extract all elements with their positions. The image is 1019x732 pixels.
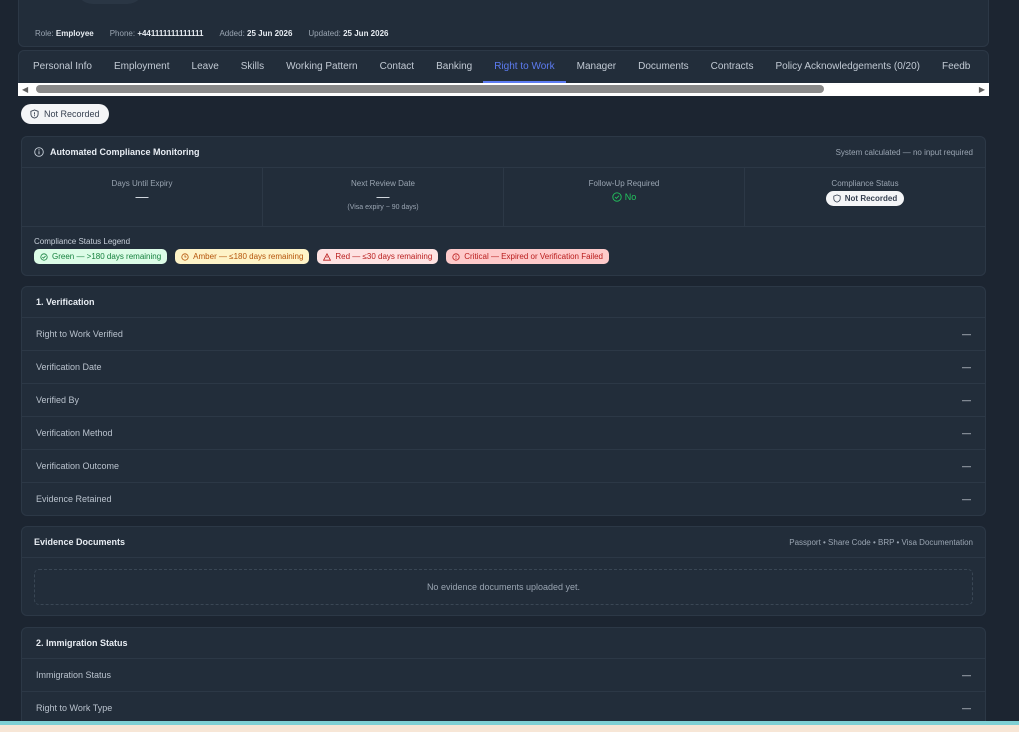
check-circle-icon <box>40 252 48 261</box>
section-title: 2. Immigration Status <box>36 638 128 648</box>
stat-follow-up-required: Follow-Up Required No <box>504 168 745 226</box>
legend-critical: Critical — Expired or Verification Faile… <box>446 249 609 264</box>
tab-manager[interactable]: Manager <box>566 51 627 83</box>
legend-title: Compliance Status Legend <box>34 237 131 246</box>
evidence-documents-card: Evidence Documents Passport • Share Code… <box>21 526 986 616</box>
verification-card: 1. Verification Right to Work Verified — … <box>21 286 986 516</box>
meta-role: Role: Employee <box>35 29 94 38</box>
stat-compliance-status: Compliance Status Not Recorded <box>745 168 985 226</box>
compliance-note: System calculated — no input required <box>835 147 973 157</box>
meta-updated: Updated: 25 Jun 2026 <box>308 29 389 38</box>
employee-header-card: Role: Employee Phone: +441111111111111 A… <box>18 0 989 47</box>
evidence-title: Evidence Documents <box>34 537 126 547</box>
field-row: Verification Outcome — <box>22 449 985 482</box>
meta-added: Added: 25 Jun 2026 <box>219 29 293 38</box>
employee-page: Role: Employee Phone: +441111111111111 A… <box>18 0 989 722</box>
avatar <box>75 0 145 4</box>
scroll-right-arrow-icon[interactable]: ▶ <box>979 85 985 94</box>
field-row: Verification Method — <box>22 416 985 449</box>
warning-icon <box>323 252 332 261</box>
compliance-status-badge: Not Recorded <box>825 191 905 206</box>
compliance-header: Automated Compliance Monitoring System c… <box>22 137 985 168</box>
tab-right-to-work[interactable]: Right to Work <box>483 51 567 83</box>
compliance-title: Automated Compliance Monitoring <box>50 147 200 157</box>
tab-contracts[interactable]: Contracts <box>700 51 765 83</box>
tab-contact[interactable]: Contact <box>369 51 425 83</box>
tab-working-pattern[interactable]: Working Pattern <box>275 51 369 83</box>
shield-icon <box>833 194 841 203</box>
field-row: Evidence Retained — <box>22 482 985 515</box>
compliance-stats: Days Until Expiry — Next Review Date — (… <box>22 168 985 227</box>
field-row: Right to Work Verified — <box>22 317 985 350</box>
clock-icon <box>181 252 189 261</box>
employee-meta: Role: Employee Phone: +441111111111111 A… <box>35 29 388 38</box>
field-row: Right to Work Type — <box>22 691 985 722</box>
tab-leave[interactable]: Leave <box>181 51 230 83</box>
tab-skills[interactable]: Skills <box>230 51 275 83</box>
evidence-header: Evidence Documents Passport • Share Code… <box>22 527 985 558</box>
tab-employment[interactable]: Employment <box>103 51 181 83</box>
scroll-left-arrow-icon[interactable]: ◀ <box>22 85 28 94</box>
section-title: 1. Verification <box>36 297 95 307</box>
tab-feedback[interactable]: Feedb <box>931 51 981 83</box>
alert-octagon-icon <box>452 252 460 261</box>
compliance-legend: Green — >180 days remaining Amber — ≤180… <box>22 249 985 264</box>
tab-banking[interactable]: Banking <box>425 51 483 83</box>
tab-policy-acknowledgements[interactable]: Policy Acknowledgements (0/20) <box>764 51 931 83</box>
stat-next-review-date: Next Review Date — (Visa expiry − 90 day… <box>263 168 504 226</box>
tab-bar: Personal Info Employment Leave Skills Wo… <box>18 50 989 84</box>
legend-amber: Amber — ≤180 days remaining <box>175 249 310 264</box>
info-icon <box>34 147 44 157</box>
bottom-panel-edge <box>0 721 1019 732</box>
legend-green: Green — >180 days remaining <box>34 249 168 264</box>
evidence-note: Passport • Share Code • BRP • Visa Docum… <box>789 537 973 547</box>
evidence-empty-state: No evidence documents uploaded yet. <box>34 569 973 605</box>
meta-phone: Phone: +441111111111111 <box>109 29 204 38</box>
check-circle-icon <box>612 192 622 202</box>
status-badge: Not Recorded <box>21 104 109 124</box>
shield-icon <box>30 109 39 119</box>
compliance-card: Automated Compliance Monitoring System c… <box>21 136 986 276</box>
field-row: Immigration Status — <box>22 658 985 691</box>
stat-days-until-expiry: Days Until Expiry — <box>22 168 263 226</box>
scrollbar-thumb[interactable] <box>36 85 824 93</box>
bottom-accent-bar <box>0 721 1019 725</box>
field-row: Verification Date — <box>22 350 985 383</box>
legend-red: Red — ≤30 days remaining <box>317 249 439 264</box>
immigration-card: 2. Immigration Status Immigration Status… <box>21 627 986 722</box>
tab-scrollbar[interactable]: ◀ ▶ <box>18 83 989 96</box>
field-row: Verified By — <box>22 383 985 416</box>
tab-documents[interactable]: Documents <box>627 51 700 83</box>
tab-personal-info[interactable]: Personal Info <box>19 51 103 83</box>
